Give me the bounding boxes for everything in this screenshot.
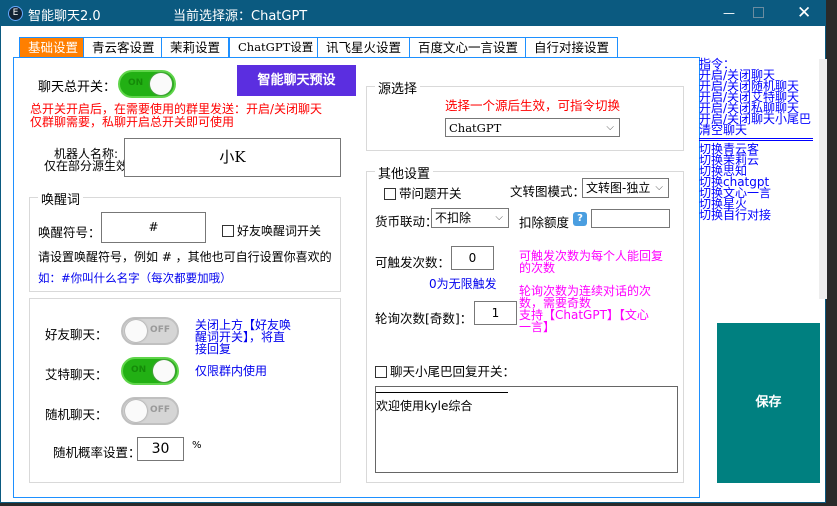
random-chat-toggle[interactable]: OFF [121, 397, 179, 425]
app-logo-icon: E [8, 6, 23, 21]
trigger-label: 可触发次数： [375, 255, 451, 270]
tail-text: 欢迎使用kyle综合 [376, 399, 473, 413]
bot-name-label-2: 仅在部分源生效 [44, 159, 129, 173]
deduct-input[interactable] [591, 209, 670, 228]
switch-command-item: 切换自行对接 [699, 208, 772, 222]
with-question-label: 带问题开关 [399, 186, 462, 201]
other-settings-group: 其他设置 带问题开关 文转图模式： 文转图-独立 ⌵ 货币联动： 不扣除 ⌵ 扣除额… [366, 163, 684, 483]
bot-name-input[interactable]: 小K [124, 138, 341, 177]
basic-settings-panel: 聊天总开关： ON 智能聊天预设 总开关开启后，在需要使用的群里发送：开启/关闭… [13, 57, 700, 498]
tab-moli[interactable]: 茉莉设置 [161, 37, 230, 58]
wake-symbol-label: 唤醒符号： [38, 225, 101, 240]
command-list: 指令： 开启/关闭聊天 开启/关闭随机聊天 开启/关闭艾特聊天 开启/关闭私聊聊天 开启… [699, 58, 824, 137]
toggle-knob [125, 320, 147, 342]
maximize-button[interactable] [753, 7, 764, 18]
bot-name-label: 机器人名称: 仅在部分源生效 [44, 148, 128, 172]
tab-xunfei[interactable]: 讯飞星火设置 [317, 37, 411, 58]
t2i-mode-select[interactable]: 文转图-独立 ⌵ [582, 178, 669, 198]
commands-divider [699, 138, 813, 141]
trigger-input[interactable]: 0 [451, 246, 494, 270]
percent-sign: % [192, 440, 202, 451]
currency-selected: 不扣除 [435, 211, 472, 225]
source-selected: ChatGPT [449, 121, 502, 135]
tail-textarea[interactable]: 欢迎使用kyle综合 [375, 386, 678, 473]
window-title: 智能聊天2.0 [28, 9, 101, 24]
tab-custom[interactable]: 自行对接设置 [525, 37, 619, 58]
currency-label: 货币联动： [375, 214, 438, 229]
wake-hint: 请设置唤醒符号，例如 # ，其他也可自行设置你喜欢的 [38, 250, 332, 264]
at-chat-toggle[interactable]: ON [121, 357, 179, 385]
master-hint-line-2: 仅群聊需要，私聊开启总开关即可使用 [30, 115, 235, 129]
t2i-mode-selected: 文转图-独立 [586, 181, 651, 195]
rounds-label: 轮询次数[奇数]： [375, 311, 473, 326]
friend-chat-hint: 关闭上方【好友唤醒词开关】，将直接回复 [195, 318, 292, 356]
tail-label: 聊天小尾巴回复开关： [390, 364, 516, 379]
at-chat-hint: 仅限群内使用 [195, 364, 268, 378]
toggle-state: OFF [150, 405, 170, 415]
chevron-down-icon: ⌵ [655, 182, 663, 193]
friend-wake-label: 好友唤醒词开关 [237, 224, 322, 238]
wake-group: 唤醒词 唤醒符号： # 好友唤醒词开关 请设置唤醒符号，例如 # ，其他也可自行… [29, 189, 341, 292]
toggle-knob [150, 73, 172, 95]
checkbox-box [384, 188, 396, 200]
trigger-note: 0为无限触发 [429, 277, 497, 291]
commands-scrollbar[interactable] [819, 59, 827, 299]
t2i-mode-label: 文转图模式： [510, 184, 586, 199]
chevron-down-icon: ⌵ [606, 122, 614, 133]
friend-chat-toggle[interactable]: OFF [121, 317, 179, 345]
tab-basic[interactable]: 基础设置 [19, 37, 88, 58]
friend-chat-label: 好友聊天： [45, 327, 108, 342]
source-group: 源选择 选择一个源后生效，可指令切换 ChatGPT ⌵ [366, 78, 684, 151]
tail-checkbox[interactable]: 聊天小尾巴回复开关： [375, 361, 515, 380]
app-window: E 智能聊天2.0 当前选择源：ChatGPT — ✕ 基础设置 青云客设置 茉… [0, 0, 827, 503]
random-prob-label: 随机概率设置： [53, 445, 141, 460]
rounds-input[interactable]: 1 [474, 301, 517, 325]
random-chat-label: 随机聊天： [45, 407, 108, 422]
help-icon[interactable]: ? [573, 212, 587, 226]
random-prob-input[interactable]: 30 [137, 437, 184, 461]
source-group-title: 源选择 [375, 78, 421, 97]
chat-mode-group: 好友聊天： OFF 关闭上方【好友唤醒词开关】，将直接回复 艾特聊天： ON 仅… [29, 298, 341, 483]
source-select[interactable]: ChatGPT ⌵ [445, 118, 620, 137]
toggle-knob [125, 400, 147, 422]
tab-baidu[interactable]: 百度文心一言设置 [409, 37, 528, 58]
toggle-state: ON [128, 78, 144, 88]
wake-symbol-input[interactable]: # [101, 212, 206, 243]
preset-button[interactable]: 智能聊天预设 [237, 65, 356, 96]
toggle-state: OFF [150, 325, 170, 335]
close-button[interactable]: ✕ [797, 1, 817, 26]
tab-chatgpt[interactable]: ChatGPT设置 [229, 37, 323, 58]
wake-example: 如：#你叫什么名字（每次都要加哦） [38, 271, 232, 285]
friend-wake-checkbox[interactable]: 好友唤醒词开关 [222, 222, 321, 239]
master-switch-toggle[interactable]: ON [118, 70, 176, 98]
at-chat-label: 艾特聊天： [45, 367, 108, 382]
other-group-title: 其他设置 [375, 163, 434, 182]
tab-qingyunke[interactable]: 青云客设置 [83, 37, 164, 58]
rounds-hint-2: 支持【ChatGPT】【文心一言】 [519, 308, 649, 334]
checkbox-box [222, 225, 234, 237]
minimize-button[interactable]: — [714, 1, 744, 26]
chevron-down-icon: ⌵ [495, 212, 503, 223]
master-hint: 总开关开启后，在需要使用的群里发送：开启/关闭聊天 仅群聊需要，私聊开启总开关即可… [30, 103, 322, 129]
save-button[interactable]: 保存 [717, 323, 820, 483]
command-item: 清空聊天 [699, 123, 748, 137]
with-question-checkbox[interactable]: 带问题开关 [384, 183, 462, 202]
master-switch-label: 聊天总开关： [38, 80, 117, 95]
rounds-hint-1: 轮询次数为连续对话的次数，需要奇数 [519, 284, 652, 310]
trigger-hint: 可触发次数为每个人能回复的次数 [519, 249, 664, 275]
source-hint: 选择一个源后生效，可指令切换 [445, 98, 621, 113]
deduct-label: 扣除额度 [519, 215, 570, 230]
wake-group-title: 唤醒词 [38, 189, 84, 208]
commands-panel: 指令： 开启/关闭聊天 开启/关闭随机聊天 开启/关闭艾特聊天 开启/关闭私聊聊天 开启… [699, 58, 824, 299]
title-bar: E 智能聊天2.0 当前选择源：ChatGPT — ✕ [1, 1, 825, 26]
toggle-state: ON [131, 365, 147, 375]
checkbox-box [375, 366, 387, 378]
currency-select[interactable]: 不扣除 ⌵ [431, 208, 509, 228]
switch-command-list: 切换青云客 切换茉莉云 切换思知 切换chatgpt 切换文心一言 切换星火 切换自行对接 [699, 143, 824, 222]
rounds-hint: 轮询次数为连续对话的次数，需要奇数 支持【ChatGPT】【文心一言】 [519, 285, 659, 333]
current-source: 当前选择源：ChatGPT [173, 9, 308, 24]
divider-line [376, 392, 508, 393]
toggle-knob [153, 360, 175, 382]
